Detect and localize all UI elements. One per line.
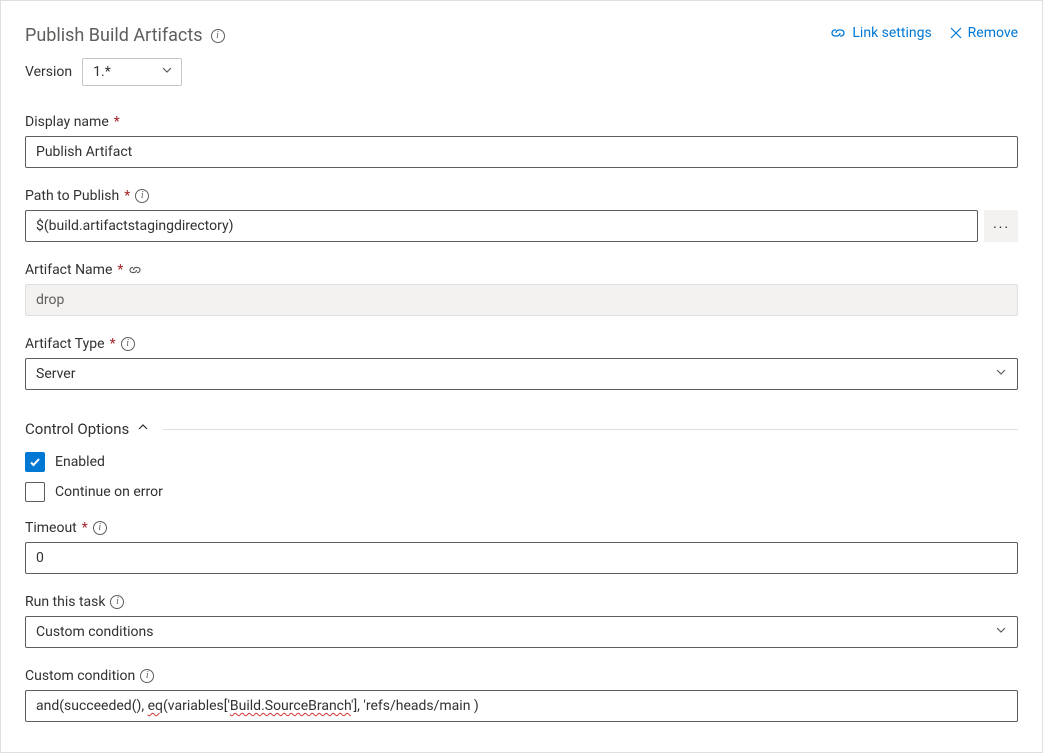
control-options-header[interactable]: Control Options — [25, 410, 1018, 452]
required-mark: * — [117, 262, 123, 278]
chevron-down-icon — [995, 366, 1007, 382]
custom-condition-value: and(succeeded(), eq(variables['Build.Sou… — [36, 698, 479, 714]
path-to-publish-input[interactable] — [25, 210, 978, 242]
close-icon — [950, 27, 962, 39]
remove-label: Remove — [968, 25, 1018, 41]
link-settings-button[interactable]: Link settings — [830, 25, 931, 41]
custom-condition-label: Custom condition — [25, 668, 135, 684]
info-icon[interactable]: i — [121, 337, 135, 351]
chevron-up-icon — [137, 421, 149, 437]
required-mark: * — [114, 114, 120, 130]
info-icon[interactable]: i — [140, 669, 154, 683]
divider — [163, 429, 1018, 430]
run-this-task-value: Custom conditions — [36, 624, 154, 640]
path-to-publish-label: Path to Publish — [25, 188, 119, 204]
info-icon[interactable]: i — [135, 189, 149, 203]
version-label: Version — [25, 64, 72, 80]
artifact-name-input: drop — [25, 284, 1018, 316]
timeout-label: Timeout — [25, 520, 77, 536]
run-this-task-label: Run this task — [25, 594, 105, 610]
custom-condition-input[interactable]: and(succeeded(), eq(variables['Build.Sou… — [25, 690, 1018, 722]
artifact-type-select[interactable]: Server — [25, 358, 1018, 390]
version-select[interactable]: 1.* — [82, 58, 182, 86]
artifact-type-value: Server — [36, 366, 75, 382]
remove-button[interactable]: Remove — [950, 25, 1018, 41]
control-options-title: Control Options — [25, 420, 129, 438]
chevron-down-icon — [995, 624, 1007, 640]
artifact-type-label: Artifact Type — [25, 336, 105, 352]
timeout-input[interactable] — [25, 542, 1018, 574]
continue-on-error-label[interactable]: Continue on error — [55, 484, 163, 500]
header-actions: Link settings Remove — [830, 25, 1018, 41]
info-icon[interactable]: i — [93, 521, 107, 535]
display-name-label: Display name — [25, 114, 109, 130]
info-icon[interactable]: i — [211, 29, 225, 43]
run-this-task-select[interactable]: Custom conditions — [25, 616, 1018, 648]
version-value: 1.* — [93, 64, 111, 80]
artifact-name-value: drop — [36, 292, 64, 308]
chevron-down-icon — [161, 64, 173, 80]
continue-on-error-checkbox[interactable] — [25, 482, 45, 502]
ellipsis-icon: ··· — [993, 218, 1010, 234]
enabled-checkbox[interactable] — [25, 452, 45, 472]
required-mark: * — [82, 520, 88, 536]
link-settings-label: Link settings — [852, 25, 931, 41]
artifact-name-label: Artifact Name — [25, 262, 112, 278]
required-mark: * — [124, 188, 130, 204]
info-icon[interactable]: i — [110, 595, 124, 609]
browse-button[interactable]: ··· — [984, 210, 1018, 242]
enabled-label[interactable]: Enabled — [55, 454, 105, 470]
page-title: Publish Build Artifacts — [25, 25, 203, 46]
link-icon — [830, 26, 846, 40]
required-mark: * — [110, 336, 116, 352]
display-name-input[interactable] — [25, 136, 1018, 168]
link-chain-icon[interactable] — [128, 263, 142, 277]
